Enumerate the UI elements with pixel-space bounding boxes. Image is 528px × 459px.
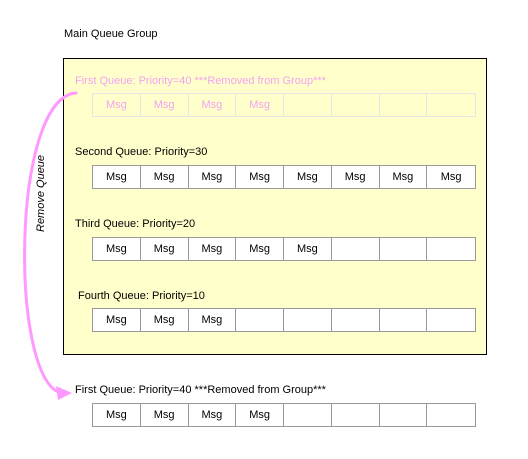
remove-queue-arrow-curve xyxy=(23,91,78,395)
remove-queue-label: Remove Queue xyxy=(35,154,47,232)
remove-queue-arrow xyxy=(23,91,78,400)
remove-queue-arrowhead xyxy=(56,386,72,400)
